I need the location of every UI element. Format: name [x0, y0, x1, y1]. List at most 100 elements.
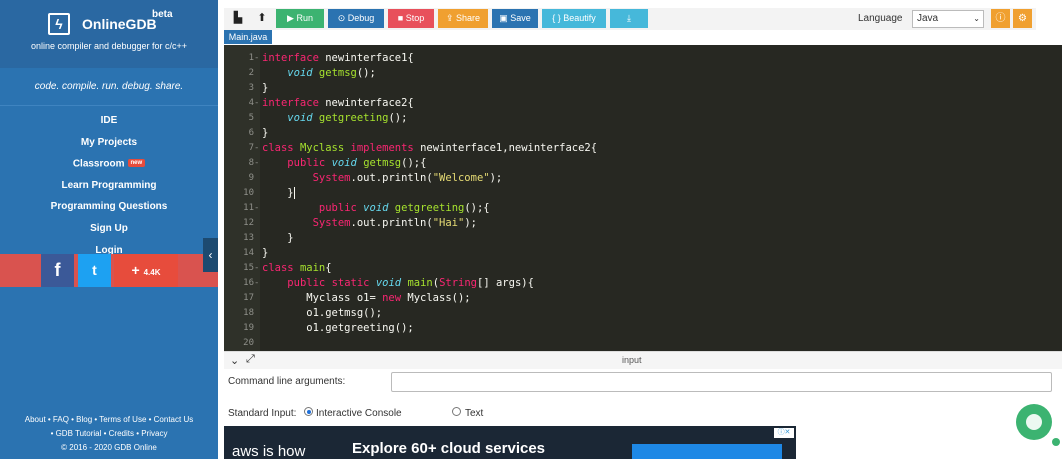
fold-toggle-icon[interactable]: -: [254, 53, 259, 63]
twitter-icon[interactable]: t: [78, 254, 111, 287]
brand-tagline: online compiler and debugger for c/c++: [30, 41, 188, 51]
code-line-10: }: [262, 187, 295, 199]
download-icon[interactable]: ⤓: [610, 9, 648, 28]
code-line-3: }: [262, 82, 269, 94]
expand-icon[interactable]: ⤢: [246, 353, 255, 366]
text-cursor: [293, 187, 295, 199]
social-share-bar: f t + 4.4K: [0, 254, 218, 287]
beautify-button[interactable]: { } Beautify: [542, 9, 606, 28]
line-number: 17: [243, 293, 254, 303]
beta-label: beta: [152, 9, 173, 20]
line-number: 13: [243, 233, 254, 243]
footer-line-2[interactable]: • GDB Tutorial • Credits • Privacy: [0, 427, 218, 441]
footer-line-1[interactable]: About • FAQ • Blog • Terms of Use • Cont…: [0, 413, 218, 427]
line-number: 10: [243, 188, 254, 198]
line-number: 1: [248, 53, 254, 63]
code-line-4: interface newinterface2{: [262, 97, 414, 109]
nav-programming-questions[interactable]: Programming Questions: [0, 196, 218, 218]
line-number: 8: [248, 158, 254, 168]
line-number: 3: [248, 83, 254, 93]
line-gutter: 1-2 3 4-5 6 7-8-9 10 11-12 13 14 15-16-17 18 19 20: [224, 45, 260, 351]
tab-main-java[interactable]: Main.java: [224, 30, 272, 44]
line-number: 5: [248, 113, 254, 123]
slogan: code. compile. run. debug. share.: [0, 68, 218, 106]
share-count-button[interactable]: + 4.4K: [114, 254, 178, 287]
chat-indicator-icon: [1052, 438, 1060, 446]
fold-toggle-icon[interactable]: -: [254, 203, 259, 213]
line-number: 12: [243, 218, 254, 228]
interactive-console-radio[interactable]: [304, 407, 313, 416]
code-line-7: class Myclass implements newinterface1,n…: [262, 142, 598, 154]
code-line-19: o1.getgreeting();: [262, 322, 414, 334]
input-panel-header: ⌄ ⤢ input: [224, 351, 1062, 369]
line-number: 4: [248, 98, 254, 108]
nav-sign-up[interactable]: Sign Up: [0, 218, 218, 240]
code-line-8: public void getmsg();{: [287, 157, 427, 169]
nav-ide[interactable]: IDE: [0, 110, 218, 132]
copyright: © 2016 - 2020 GDB Online: [61, 443, 157, 452]
gear-icon[interactable]: ⚙: [1013, 9, 1032, 28]
chat-bubble-icon[interactable]: [1016, 404, 1052, 440]
logo-icon[interactable]: ϟ: [48, 13, 70, 35]
run-button[interactable]: ▶ Run: [276, 9, 324, 28]
facebook-icon[interactable]: f: [41, 254, 74, 287]
code-line-13: }: [262, 232, 294, 244]
brand-header: ϟ OnlineGDB beta online compiler and deb…: [0, 0, 218, 68]
sidebar: ϟ OnlineGDB beta online compiler and deb…: [0, 0, 218, 459]
nav-my-projects[interactable]: My Projects: [0, 132, 218, 154]
line-number: 6: [248, 128, 254, 138]
code-editor[interactable]: 1-2 3 4-5 6 7-8-9 10 11-12 13 14 15-16-17 18 19 20 i…: [224, 45, 1062, 351]
ad-headline: Explore 60+ cloud services: [352, 440, 546, 457]
line-number: 19: [243, 323, 254, 333]
plus-icon: +: [131, 262, 140, 278]
line-number: 2: [248, 68, 254, 78]
advertisement-banner[interactable]: aws is how Explore 60+ cloud services ⓘ✕: [224, 426, 796, 459]
fold-toggle-icon[interactable]: -: [254, 263, 259, 273]
nav-learn-programming[interactable]: Learn Programming: [0, 175, 218, 197]
fold-toggle-icon[interactable]: -: [254, 98, 259, 108]
line-number: 20: [243, 338, 254, 348]
text-radio[interactable]: [452, 407, 461, 416]
share-button[interactable]: ⇪ Share: [438, 9, 488, 28]
fold-toggle-icon[interactable]: -: [254, 143, 259, 153]
code-line-11: public void getgreeting();{: [318, 202, 490, 214]
chevron-down-icon: ⌄: [973, 14, 980, 23]
file-icon[interactable]: ▙: [230, 9, 246, 28]
ad-cta-button[interactable]: [632, 444, 782, 459]
share-count: 4.4K: [143, 268, 161, 277]
save-button[interactable]: ▣ Save: [492, 9, 538, 28]
line-number: 11: [243, 203, 254, 213]
nav-classroom[interactable]: Classroom new: [0, 153, 218, 175]
code-line-5: void getgreeting();: [287, 112, 408, 124]
language-select[interactable]: Java ⌄: [912, 10, 984, 28]
upload-icon[interactable]: ⬆: [254, 9, 270, 28]
line-number: 18: [243, 308, 254, 318]
chevron-down-icon[interactable]: ⌄: [230, 354, 239, 367]
cmd-args-input[interactable]: [391, 372, 1052, 392]
fold-toggle-icon[interactable]: -: [254, 278, 259, 288]
brand-name[interactable]: OnlineGDB: [82, 16, 157, 32]
code-line-1: interface newinterface1{: [262, 52, 414, 64]
collapse-sidebar-button[interactable]: ‹: [203, 238, 218, 272]
code-line-17: Myclass o1= new Myclass();: [262, 292, 471, 304]
debug-button[interactable]: ⊙ Debug: [328, 9, 384, 28]
toolbar: ▙ ⬆ ▶ Run ⊙ Debug ■ Stop ⇪ Share ▣ Save …: [224, 8, 1036, 30]
new-badge: new: [127, 159, 146, 168]
line-number: 15: [243, 263, 254, 273]
stop-button[interactable]: ■ Stop: [388, 9, 434, 28]
ad-lead-text: aws is how: [232, 443, 306, 459]
line-number: 14: [243, 248, 254, 258]
interactive-console-label: Interactive Console: [316, 408, 402, 419]
fold-toggle-icon[interactable]: -: [254, 158, 259, 168]
code-line-16: public static void main(String[] args){: [287, 277, 534, 289]
code-line-14: }: [262, 247, 269, 259]
code-line-12: System.out.println("Hai");: [312, 217, 477, 229]
code-line-15: class main{: [262, 262, 332, 274]
code-line-2: void getmsg();: [287, 67, 376, 79]
info-icon[interactable]: ⓘ: [991, 9, 1010, 28]
text-radio-label: Text: [465, 408, 484, 419]
line-number: 9: [248, 173, 254, 183]
language-label: Language: [858, 13, 903, 24]
ad-close-icon[interactable]: ⓘ✕: [774, 428, 794, 438]
code-line-9: System.out.println("Welcome");: [312, 172, 503, 184]
